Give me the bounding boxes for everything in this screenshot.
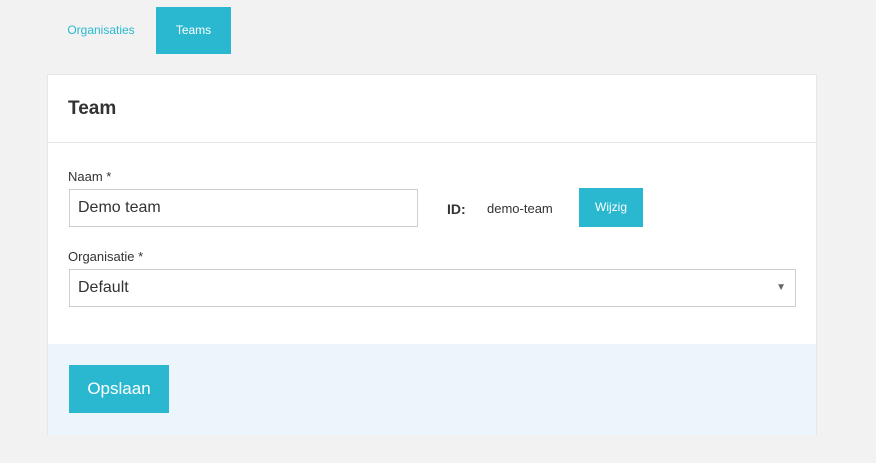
tab-teams[interactable]: Teams bbox=[156, 7, 231, 54]
change-id-button[interactable]: Wijzig bbox=[579, 188, 643, 227]
organisation-select[interactable]: Default ▼ bbox=[69, 269, 796, 307]
organisation-label: Organisatie * bbox=[68, 249, 144, 264]
organisation-selected-value: Default bbox=[78, 279, 129, 296]
card-header: Team bbox=[48, 75, 816, 143]
team-form-card: Team Naam * ID: demo-team Wijzig Organis… bbox=[47, 74, 817, 435]
card-title: Team bbox=[68, 98, 117, 119]
id-label: ID: bbox=[447, 201, 466, 217]
card-footer: Opslaan bbox=[48, 344, 816, 435]
name-label: Naam * bbox=[68, 169, 112, 184]
tab-organisaties[interactable]: Organisaties bbox=[56, 7, 146, 54]
id-value: demo-team bbox=[487, 201, 553, 216]
name-input[interactable] bbox=[69, 189, 418, 227]
save-button[interactable]: Opslaan bbox=[69, 365, 169, 413]
caret-down-icon: ▼ bbox=[776, 282, 786, 293]
tab-bar: Organisaties Teams bbox=[0, 0, 876, 54]
